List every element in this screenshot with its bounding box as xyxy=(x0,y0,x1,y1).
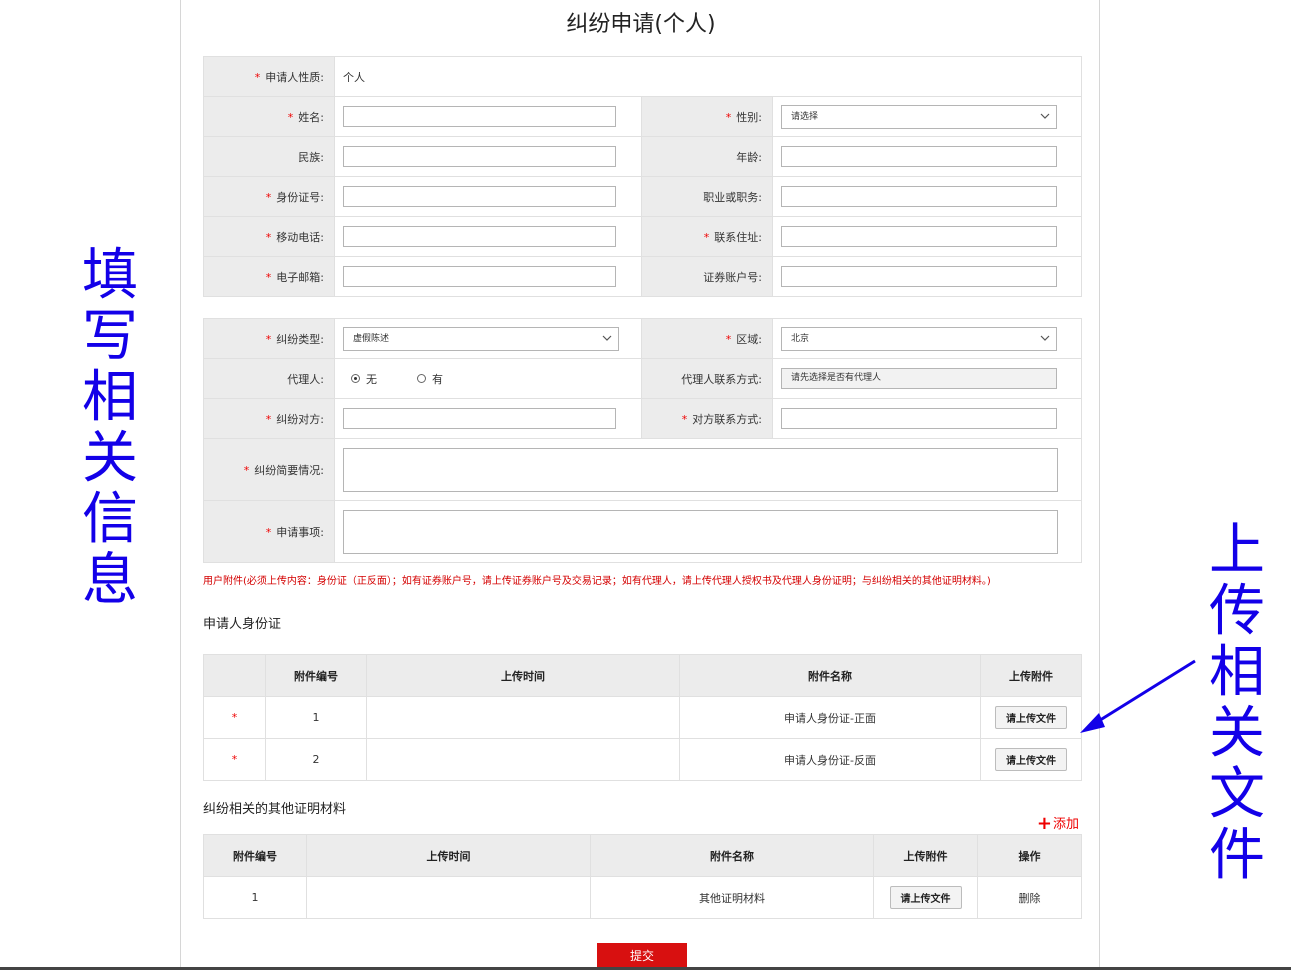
header-attachment-no: 附件编号 xyxy=(203,834,307,877)
header-upload-attachment: 上传附件 xyxy=(980,654,1082,697)
name-input[interactable] xyxy=(343,106,616,127)
agent-contact-label: 代理人联系方式: xyxy=(641,358,773,399)
region-select[interactable]: 北京 xyxy=(781,326,1057,351)
id-number-input[interactable] xyxy=(343,186,616,207)
id-section-title: 申请人身份证 xyxy=(203,617,282,632)
applicant-type-value: 个人 xyxy=(333,56,1083,97)
agent-label: 代理人: xyxy=(203,358,335,399)
address-label: * 联系住址: xyxy=(641,216,773,257)
upload-file-button[interactable]: 请上传文件 xyxy=(995,748,1067,771)
required-mark: * xyxy=(203,696,266,739)
mobile-input[interactable] xyxy=(343,226,616,247)
agent-radio-yes[interactable]: 有 xyxy=(417,371,443,387)
chevron-down-icon xyxy=(602,335,612,341)
upload-time xyxy=(366,738,680,781)
counterparty-contact-label: * 对方联系方式: xyxy=(641,398,773,439)
ethnicity-label: 民族: xyxy=(203,136,335,177)
request-items-textarea[interactable] xyxy=(343,509,1058,554)
age-label: 年龄: xyxy=(641,136,773,177)
annotation-fill-info: 填写相 关信息 xyxy=(82,243,138,613)
header-attachment-name: 附件名称 xyxy=(679,654,981,697)
agent-radio-none[interactable]: 无 xyxy=(351,371,377,387)
dispute-summary-label: * 纠纷简要情况: xyxy=(203,438,335,501)
attachment-no: 1 xyxy=(265,696,367,739)
age-input[interactable] xyxy=(781,146,1057,167)
id-attachment-table: 附件编号 上传时间 附件名称 上传附件 * 1 申请人身份证-正面 请上传文件 … xyxy=(203,654,1082,781)
agent-contact-input: 请先选择是否有代理人 xyxy=(781,368,1057,389)
chevron-down-icon xyxy=(1040,113,1050,119)
dispute-type-label: * 纠纷类型: xyxy=(203,318,335,359)
attachment-no: 1 xyxy=(203,876,307,919)
main-panel: 纠纷申请(个人) * 申请人性质: 个人 * 姓名: * 性别: 请选择 民族: 年龄… xyxy=(180,0,1100,970)
radio-unselected-icon xyxy=(417,374,426,383)
name-label: * 姓名: xyxy=(203,96,335,137)
add-attachment-link[interactable]: +添加 xyxy=(1037,813,1079,834)
securities-account-label: 证券账户号: xyxy=(641,256,773,297)
email-label: * 电子邮箱: xyxy=(203,256,335,297)
header-upload-time: 上传时间 xyxy=(366,654,680,697)
annotation-arrow-icon xyxy=(1080,659,1196,733)
upload-time xyxy=(306,876,591,919)
header-upload-attachment: 上传附件 xyxy=(873,834,978,877)
other-attachment-table: 附件编号 上传时间 附件名称 上传附件 操作 1 其他证明材料 请上传文件 删除 xyxy=(203,834,1082,919)
upload-file-button[interactable]: 请上传文件 xyxy=(995,706,1067,729)
header-blank xyxy=(203,654,266,697)
annotation-upload-files: 上传相 关文件 xyxy=(1209,518,1265,888)
dispute-info-table: * 纠纷类型: 虚假陈述 * 区域: 北京 代理人: 无 有 代理人联系方式: … xyxy=(203,318,1082,563)
counterparty-label: * 纠纷对方: xyxy=(203,398,335,439)
counterparty-contact-input[interactable] xyxy=(781,408,1057,429)
agent-radio-group: 无 有 xyxy=(351,371,641,387)
dispute-type-select[interactable]: 虚假陈述 xyxy=(343,326,619,351)
other-section-title: 纠纷相关的其他证明材料 xyxy=(203,802,347,817)
attachment-name: 其他证明材料 xyxy=(590,876,874,919)
mobile-label: * 移动电话: xyxy=(203,216,335,257)
submit-button[interactable]: 提交 xyxy=(597,943,687,970)
applicant-info-table: * 申请人性质: 个人 * 姓名: * 性别: 请选择 民族: 年龄: * 身份证号: … xyxy=(203,56,1083,297)
occupation-input[interactable] xyxy=(781,186,1057,207)
table-row: 1 其他证明材料 请上传文件 删除 xyxy=(203,876,1082,919)
upload-time xyxy=(366,696,680,739)
page-title: 纠纷申请(个人) xyxy=(566,12,716,37)
required-mark: * xyxy=(203,738,266,781)
attachment-name: 申请人身份证-反面 xyxy=(679,738,981,781)
request-items-label: * 申请事项: xyxy=(203,500,335,563)
securities-account-input[interactable] xyxy=(781,266,1057,287)
header-attachment-name: 附件名称 xyxy=(590,834,874,877)
region-label: * 区域: xyxy=(641,318,773,359)
table-row: * 2 申请人身份证-反面 请上传文件 xyxy=(203,738,1082,781)
occupation-label: 职业或职务: xyxy=(641,176,773,217)
header-upload-time: 上传时间 xyxy=(306,834,591,877)
table-row: * 1 申请人身份证-正面 请上传文件 xyxy=(203,696,1082,739)
header-operation: 操作 xyxy=(977,834,1082,877)
ethnicity-input[interactable] xyxy=(343,146,616,167)
header-attachment-no: 附件编号 xyxy=(265,654,367,697)
chevron-down-icon xyxy=(1040,335,1050,341)
gender-label: * 性别: xyxy=(641,96,773,137)
plus-icon: + xyxy=(1036,813,1052,834)
attachment-no: 2 xyxy=(265,738,367,781)
radio-selected-icon xyxy=(351,374,360,383)
delete-link[interactable]: 删除 xyxy=(977,876,1082,919)
attachment-notice: 用户附件(必须上传内容：身份证（正反面）；如有证券账户号，请上传证券账户号及交易… xyxy=(203,576,991,587)
applicant-type-label: * 申请人性质: xyxy=(203,56,335,97)
attachment-name: 申请人身份证-正面 xyxy=(679,696,981,739)
counterparty-input[interactable] xyxy=(343,408,616,429)
dispute-summary-textarea[interactable] xyxy=(343,447,1058,492)
upload-file-button[interactable]: 请上传文件 xyxy=(889,886,962,909)
id-number-label: * 身份证号: xyxy=(203,176,335,217)
gender-select[interactable]: 请选择 xyxy=(781,104,1057,129)
address-input[interactable] xyxy=(781,226,1057,247)
email-input[interactable] xyxy=(343,266,616,287)
